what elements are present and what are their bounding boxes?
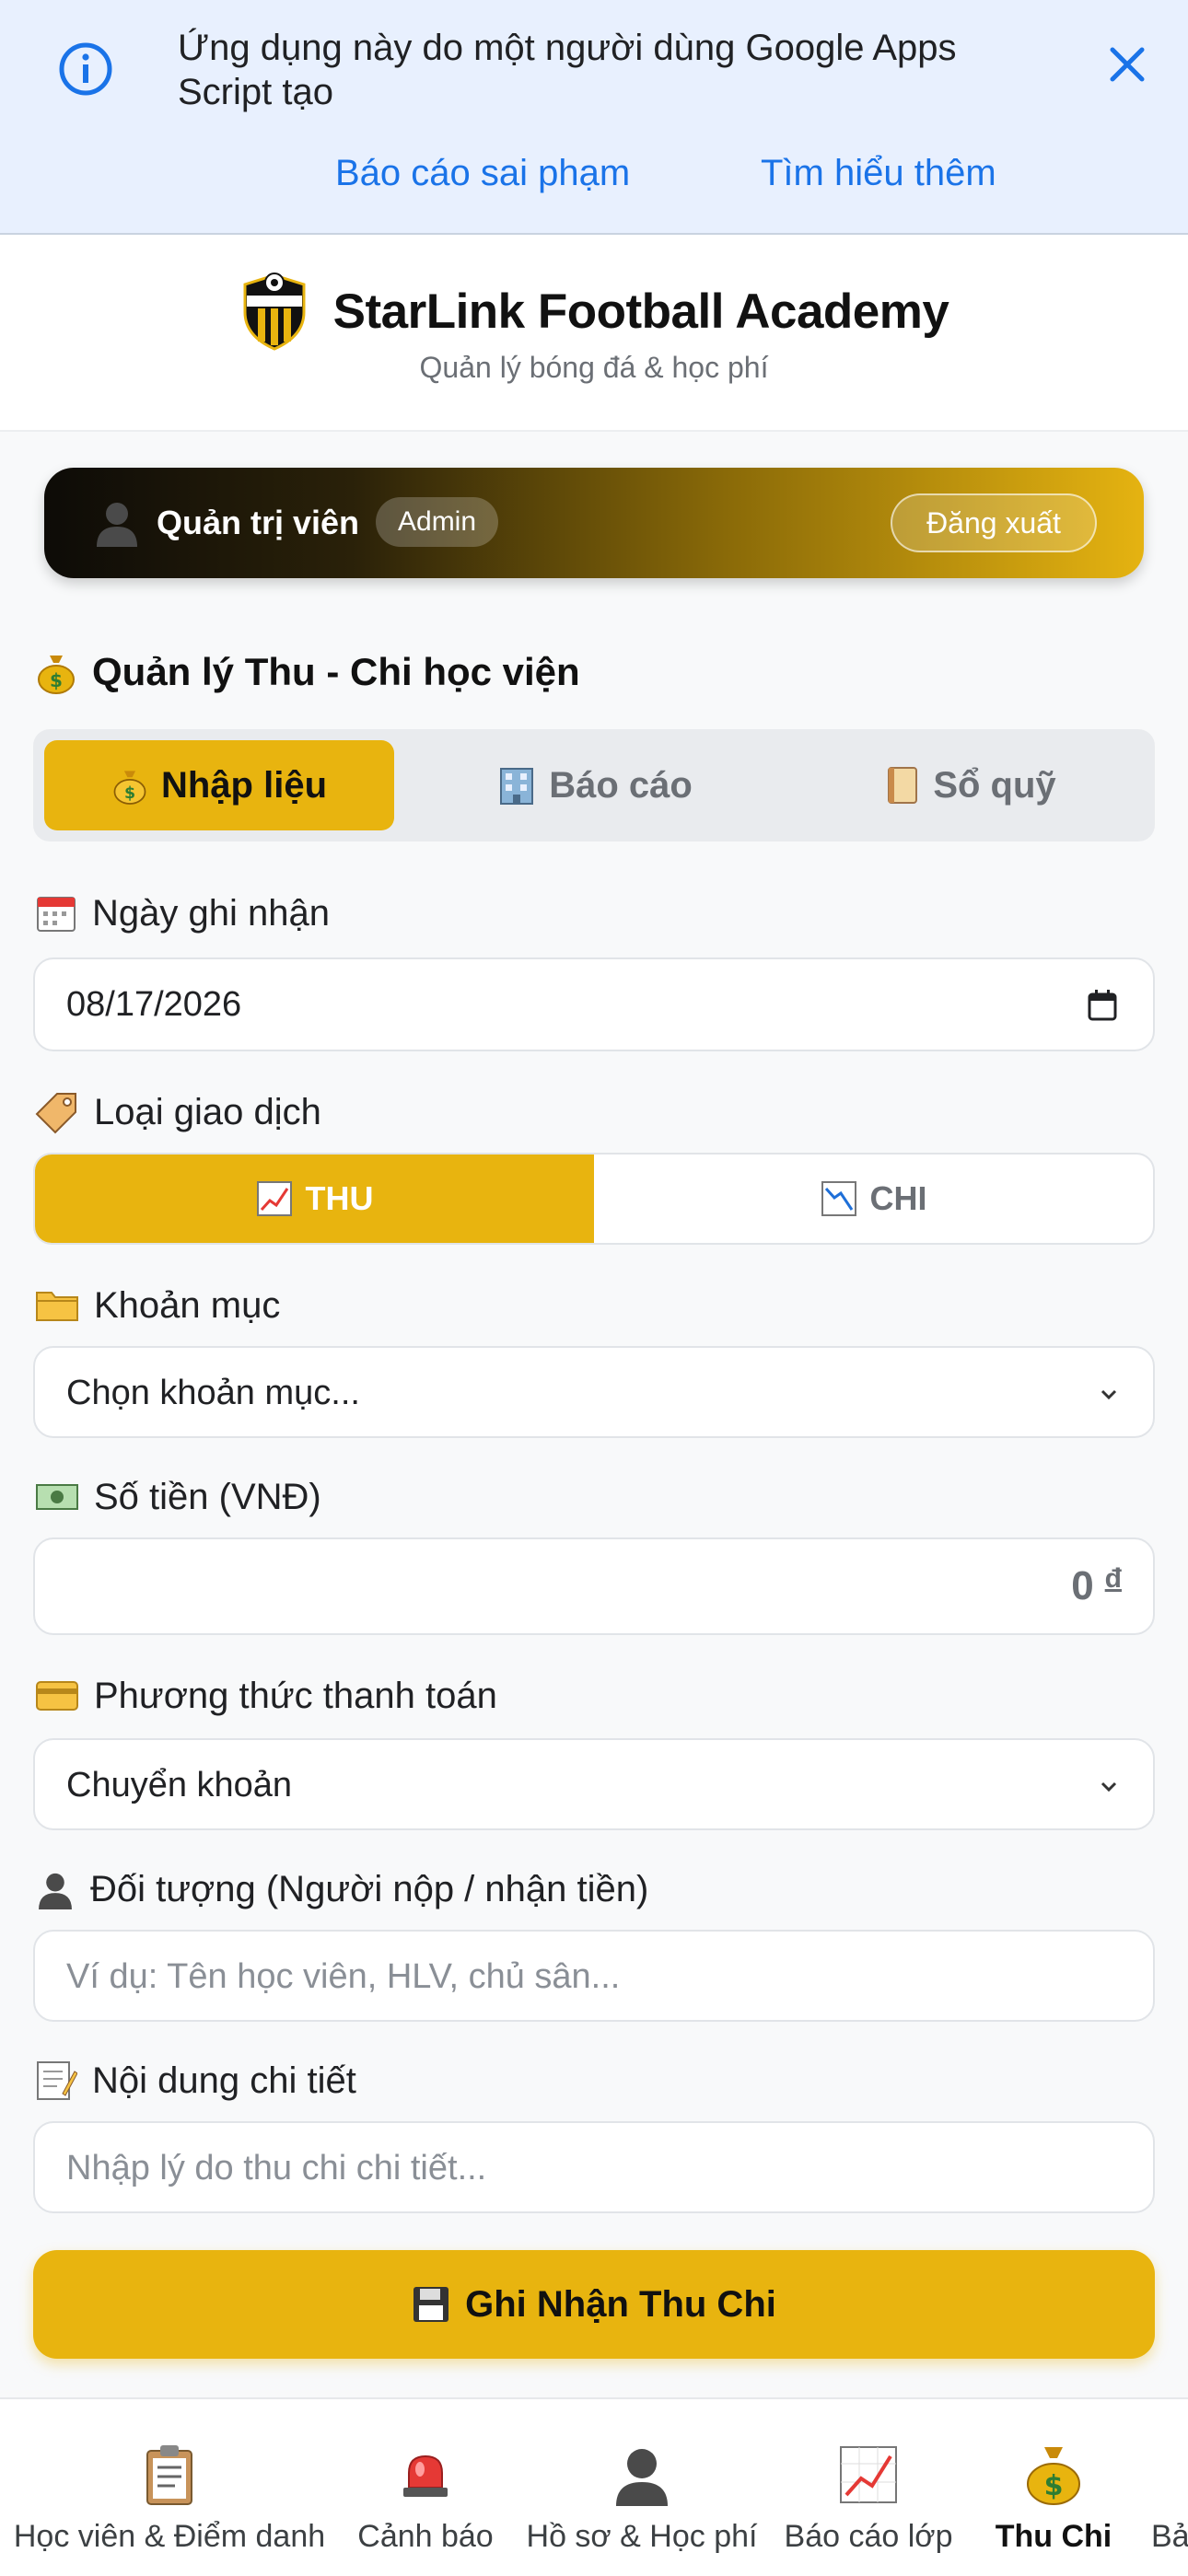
chart-up-icon <box>840 2446 897 2503</box>
detail-placeholder: Nhập lý do thu chi chi tiết... <box>66 2149 487 2187</box>
section-title: $ Quản lý Thu - Chi học viện <box>35 644 580 700</box>
gas-warning-banner: Ứng dụng này do một người dùng Google Ap… <box>0 0 1188 235</box>
person-icon <box>39 1873 72 1909</box>
academy-logo <box>243 273 306 351</box>
type-chi-button[interactable]: CHI <box>594 1155 1153 1243</box>
date-label: Ngày ghi nhận <box>35 886 330 941</box>
amount-input[interactable]: 0 đ <box>33 1537 1155 1635</box>
learn-more-link[interactable]: Tìm hiểu thêm <box>761 151 996 195</box>
cash-icon <box>36 1484 78 1510</box>
tab-bar: $ Nhập liệu Báo cáo Sổ quỹ <box>33 729 1155 841</box>
category-value: Chọn khoản mục... <box>66 1374 360 1412</box>
admin-bar: Quản trị viên Admin Đăng xuất <box>44 468 1144 578</box>
party-input[interactable]: Ví dụ: Tên học viên, HLV, chủ sân... <box>33 1930 1155 2022</box>
calendar-picker-icon[interactable] <box>1087 989 1118 1022</box>
tab-label: Sổ quỹ <box>933 764 1056 806</box>
section-title-text: Quản lý Thu - Chi học viện <box>92 650 580 693</box>
tag-icon <box>35 1093 76 1134</box>
nav-label: Bả <box>1151 2519 1188 2554</box>
info-icon <box>59 42 112 96</box>
admin-name: Quản trị viên <box>157 504 360 541</box>
memo-icon <box>37 2061 77 2100</box>
logout-button[interactable]: Đăng xuất <box>891 493 1097 552</box>
chart-down-icon <box>821 1181 856 1216</box>
nav-label: Thu Chi <box>995 2519 1112 2554</box>
detail-input[interactable]: Nhập lý do thu chi chi tiết... <box>33 2121 1155 2213</box>
nav-more-cutoff[interactable]: Bả <box>1151 2442 1188 2570</box>
type-thu-button[interactable]: THU <box>35 1155 594 1243</box>
nav-hoc-vien[interactable]: Học viên & Điểm danh <box>7 2442 332 2570</box>
nav-ho-so[interactable]: Hồ sơ & Học phí <box>521 2442 763 2570</box>
nav-label: Báo cáo lớp <box>784 2519 953 2554</box>
tab-label: Nhập liệu <box>160 764 328 806</box>
tab-so-quy[interactable]: Sổ quỹ <box>796 740 1146 830</box>
method-value: Chuyển khoản <box>66 1766 293 1804</box>
money-bag-icon: $ <box>1027 2447 1080 2505</box>
credit-card-icon <box>36 1681 78 1711</box>
type-label: Loại giao dịch <box>35 1085 321 1140</box>
amount-label-text: Số tiền (VNĐ) <box>94 1476 321 1517</box>
detail-label-text: Nội dung chi tiết <box>92 2060 356 2101</box>
method-label-text: Phương thức thanh toán <box>94 1675 497 1716</box>
app-title: StarLink Football Academy <box>332 284 949 339</box>
detail-label: Nội dung chi tiết <box>35 2053 356 2108</box>
party-label: Đối tượng (Người nộp / nhận tiền) <box>35 1862 648 1917</box>
submit-button[interactable]: Ghi Nhận Thu Chi <box>33 2250 1155 2359</box>
report-abuse-link[interactable]: Báo cáo sai phạm <box>335 151 630 195</box>
tab-label: Báo cáo <box>549 764 693 806</box>
money-bag-icon: $ <box>113 771 146 805</box>
nav-label: Hồ sơ & Học phí <box>526 2519 758 2554</box>
nav-canh-bao[interactable]: Cảnh báo <box>354 2442 497 2570</box>
building-icon <box>500 768 534 805</box>
svg-text:$: $ <box>124 784 135 803</box>
submit-label: Ghi Nhận Thu Chi <box>465 2283 776 2325</box>
floppy-disk-icon <box>413 2287 449 2322</box>
amount-label: Số tiền (VNĐ) <box>35 1469 321 1525</box>
chart-up-icon <box>256 1181 292 1216</box>
transaction-type-toggle: THU CHI <box>33 1153 1155 1245</box>
nav-thu-chi[interactable]: $ Thu Chi <box>989 2442 1118 2570</box>
date-label-text: Ngày ghi nhận <box>92 892 330 934</box>
folder-icon <box>36 1292 78 1321</box>
person-icon <box>616 2449 668 2506</box>
app-header: StarLink Football Academy Quản lý bóng đ… <box>0 235 1188 432</box>
siren-icon <box>403 2454 448 2497</box>
category-label-text: Khoản mục <box>94 1284 281 1326</box>
money-bag-icon: $ <box>38 656 75 694</box>
role-badge: Admin <box>376 497 499 547</box>
tab-nhap-lieu[interactable]: $ Nhập liệu <box>44 740 394 830</box>
date-value: 08/17/2026 <box>66 985 242 1024</box>
type-thu-label: THU <box>305 1179 374 1217</box>
person-icon <box>97 503 137 547</box>
nav-label: Cảnh báo <box>357 2519 494 2554</box>
close-banner-button[interactable] <box>1096 33 1159 96</box>
date-input[interactable]: 08/17/2026 <box>33 957 1155 1051</box>
tab-bao-cao[interactable]: Báo cáo <box>420 740 770 830</box>
category-select[interactable]: Chọn khoản mục... <box>33 1346 1155 1438</box>
nav-bao-cao-lop[interactable]: Báo cáo lớp <box>783 2442 954 2570</box>
svg-text:$: $ <box>1044 2470 1064 2502</box>
calendar-icon <box>37 897 76 932</box>
party-label-text: Đối tượng (Người nộp / nhận tiền) <box>90 1868 649 1909</box>
svg-text:$: $ <box>50 669 63 691</box>
clipboard-icon <box>146 2445 192 2505</box>
nav-label: Học viên & Điểm danh <box>13 2519 326 2554</box>
party-placeholder: Ví dụ: Tên học viên, HLV, chủ sân... <box>66 1957 621 1996</box>
chevron-down-icon <box>1101 1781 1117 1793</box>
type-chi-label: CHI <box>869 1179 927 1217</box>
category-label: Khoản mục <box>35 1278 280 1333</box>
app-subtitle: Quản lý bóng đá & học phí <box>419 351 769 384</box>
banner-message: Ứng dụng này do một người dùng Google Ap… <box>178 28 957 112</box>
amount-value: 0 <box>1071 1563 1094 1608</box>
close-icon <box>1110 47 1145 82</box>
notebook-icon <box>888 767 918 804</box>
chevron-down-icon <box>1101 1389 1117 1400</box>
currency-symbol: đ <box>1104 1563 1122 1594</box>
type-label-text: Loại giao dịch <box>94 1091 321 1132</box>
bottom-nav: Học viên & Điểm danh Cảnh báo Hồ sơ & Họ… <box>0 2397 1188 2576</box>
payment-method-select[interactable]: Chuyển khoản <box>33 1738 1155 1830</box>
method-label: Phương thức thanh toán <box>35 1668 497 1723</box>
